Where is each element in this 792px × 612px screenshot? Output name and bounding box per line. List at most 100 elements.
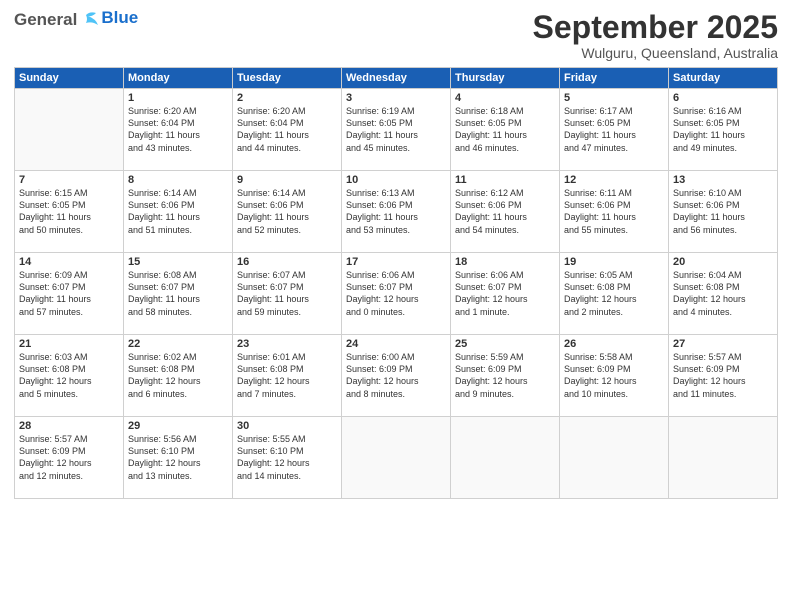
calendar-table: Sunday Monday Tuesday Wednesday Thursday… — [14, 67, 778, 499]
day-number: 6 — [673, 92, 773, 104]
table-row: 12Sunrise: 6:11 AM Sunset: 6:06 PM Dayli… — [560, 171, 669, 253]
table-row: 29Sunrise: 5:56 AM Sunset: 6:10 PM Dayli… — [124, 417, 233, 499]
day-number: 11 — [455, 174, 555, 186]
day-number: 15 — [128, 256, 228, 268]
col-sunday: Sunday — [15, 68, 124, 89]
sun-info: Sunrise: 6:02 AM Sunset: 6:08 PM Dayligh… — [128, 351, 228, 400]
day-number: 5 — [564, 92, 664, 104]
table-row: 7Sunrise: 6:15 AM Sunset: 6:05 PM Daylig… — [15, 171, 124, 253]
table-row: 16Sunrise: 6:07 AM Sunset: 6:07 PM Dayli… — [233, 253, 342, 335]
table-row: 9Sunrise: 6:14 AM Sunset: 6:06 PM Daylig… — [233, 171, 342, 253]
day-number: 25 — [455, 338, 555, 350]
sun-info: Sunrise: 6:19 AM Sunset: 6:05 PM Dayligh… — [346, 105, 446, 154]
day-number: 28 — [19, 420, 119, 432]
table-row: 26Sunrise: 5:58 AM Sunset: 6:09 PM Dayli… — [560, 335, 669, 417]
calendar-week-3: 14Sunrise: 6:09 AM Sunset: 6:07 PM Dayli… — [15, 253, 778, 335]
table-row: 15Sunrise: 6:08 AM Sunset: 6:07 PM Dayli… — [124, 253, 233, 335]
table-row: 3Sunrise: 6:19 AM Sunset: 6:05 PM Daylig… — [342, 89, 451, 171]
sun-info: Sunrise: 6:00 AM Sunset: 6:09 PM Dayligh… — [346, 351, 446, 400]
sun-info: Sunrise: 6:20 AM Sunset: 6:04 PM Dayligh… — [128, 105, 228, 154]
table-row: 14Sunrise: 6:09 AM Sunset: 6:07 PM Dayli… — [15, 253, 124, 335]
day-number: 10 — [346, 174, 446, 186]
sun-info: Sunrise: 6:09 AM Sunset: 6:07 PM Dayligh… — [19, 269, 119, 318]
day-number: 20 — [673, 256, 773, 268]
day-number: 19 — [564, 256, 664, 268]
sun-info: Sunrise: 5:57 AM Sunset: 6:09 PM Dayligh… — [673, 351, 773, 400]
sun-info: Sunrise: 6:05 AM Sunset: 6:08 PM Dayligh… — [564, 269, 664, 318]
sun-info: Sunrise: 6:14 AM Sunset: 6:06 PM Dayligh… — [237, 187, 337, 236]
sun-info: Sunrise: 5:55 AM Sunset: 6:10 PM Dayligh… — [237, 433, 337, 482]
day-number: 8 — [128, 174, 228, 186]
table-row — [669, 417, 778, 499]
day-number: 26 — [564, 338, 664, 350]
table-row: 17Sunrise: 6:06 AM Sunset: 6:07 PM Dayli… — [342, 253, 451, 335]
table-row: 2Sunrise: 6:20 AM Sunset: 6:04 PM Daylig… — [233, 89, 342, 171]
day-number: 29 — [128, 420, 228, 432]
sun-info: Sunrise: 6:12 AM Sunset: 6:06 PM Dayligh… — [455, 187, 555, 236]
header: General Blue September 2025 Wulguru, Que… — [14, 10, 778, 61]
sun-info: Sunrise: 6:08 AM Sunset: 6:07 PM Dayligh… — [128, 269, 228, 318]
table-row: 30Sunrise: 5:55 AM Sunset: 6:10 PM Dayli… — [233, 417, 342, 499]
table-row — [451, 417, 560, 499]
table-row: 27Sunrise: 5:57 AM Sunset: 6:09 PM Dayli… — [669, 335, 778, 417]
table-row: 4Sunrise: 6:18 AM Sunset: 6:05 PM Daylig… — [451, 89, 560, 171]
sun-info: Sunrise: 6:01 AM Sunset: 6:08 PM Dayligh… — [237, 351, 337, 400]
day-number: 2 — [237, 92, 337, 104]
calendar-week-4: 21Sunrise: 6:03 AM Sunset: 6:08 PM Dayli… — [15, 335, 778, 417]
sun-info: Sunrise: 5:59 AM Sunset: 6:09 PM Dayligh… — [455, 351, 555, 400]
table-row — [342, 417, 451, 499]
col-tuesday: Tuesday — [233, 68, 342, 89]
calendar-week-5: 28Sunrise: 5:57 AM Sunset: 6:09 PM Dayli… — [15, 417, 778, 499]
table-row: 13Sunrise: 6:10 AM Sunset: 6:06 PM Dayli… — [669, 171, 778, 253]
sun-info: Sunrise: 6:17 AM Sunset: 6:05 PM Dayligh… — [564, 105, 664, 154]
col-wednesday: Wednesday — [342, 68, 451, 89]
table-row — [15, 89, 124, 171]
col-friday: Friday — [560, 68, 669, 89]
table-row: 25Sunrise: 5:59 AM Sunset: 6:09 PM Dayli… — [451, 335, 560, 417]
month-title: September 2025 — [533, 10, 778, 45]
page: General Blue September 2025 Wulguru, Que… — [0, 0, 792, 612]
table-row: 6Sunrise: 6:16 AM Sunset: 6:05 PM Daylig… — [669, 89, 778, 171]
calendar-week-2: 7Sunrise: 6:15 AM Sunset: 6:05 PM Daylig… — [15, 171, 778, 253]
sun-info: Sunrise: 6:06 AM Sunset: 6:07 PM Dayligh… — [346, 269, 446, 318]
day-number: 12 — [564, 174, 664, 186]
day-number: 13 — [673, 174, 773, 186]
day-number: 7 — [19, 174, 119, 186]
sun-info: Sunrise: 6:16 AM Sunset: 6:05 PM Dayligh… — [673, 105, 773, 154]
day-number: 27 — [673, 338, 773, 350]
title-area: September 2025 Wulguru, Queensland, Aust… — [533, 10, 778, 61]
day-number: 9 — [237, 174, 337, 186]
table-row: 22Sunrise: 6:02 AM Sunset: 6:08 PM Dayli… — [124, 335, 233, 417]
table-row: 11Sunrise: 6:12 AM Sunset: 6:06 PM Dayli… — [451, 171, 560, 253]
table-row: 28Sunrise: 5:57 AM Sunset: 6:09 PM Dayli… — [15, 417, 124, 499]
logo-general: General — [14, 10, 77, 30]
sun-info: Sunrise: 5:57 AM Sunset: 6:09 PM Dayligh… — [19, 433, 119, 482]
day-number: 30 — [237, 420, 337, 432]
sun-info: Sunrise: 6:10 AM Sunset: 6:06 PM Dayligh… — [673, 187, 773, 236]
sun-info: Sunrise: 5:56 AM Sunset: 6:10 PM Dayligh… — [128, 433, 228, 482]
logo-container: General Blue — [14, 10, 138, 30]
sun-info: Sunrise: 5:58 AM Sunset: 6:09 PM Dayligh… — [564, 351, 664, 400]
logo-area: General Blue — [14, 10, 138, 30]
table-row: 24Sunrise: 6:00 AM Sunset: 6:09 PM Dayli… — [342, 335, 451, 417]
day-number: 4 — [455, 92, 555, 104]
sun-info: Sunrise: 6:18 AM Sunset: 6:05 PM Dayligh… — [455, 105, 555, 154]
day-number: 16 — [237, 256, 337, 268]
sun-info: Sunrise: 6:20 AM Sunset: 6:04 PM Dayligh… — [237, 105, 337, 154]
day-number: 18 — [455, 256, 555, 268]
table-row: 10Sunrise: 6:13 AM Sunset: 6:06 PM Dayli… — [342, 171, 451, 253]
day-number: 21 — [19, 338, 119, 350]
table-row — [560, 417, 669, 499]
logo-blue: Blue — [101, 8, 138, 28]
subtitle: Wulguru, Queensland, Australia — [533, 45, 778, 61]
logo-bird-icon — [78, 11, 100, 29]
table-row: 20Sunrise: 6:04 AM Sunset: 6:08 PM Dayli… — [669, 253, 778, 335]
table-row: 23Sunrise: 6:01 AM Sunset: 6:08 PM Dayli… — [233, 335, 342, 417]
day-number: 1 — [128, 92, 228, 104]
sun-info: Sunrise: 6:13 AM Sunset: 6:06 PM Dayligh… — [346, 187, 446, 236]
day-number: 3 — [346, 92, 446, 104]
table-row: 21Sunrise: 6:03 AM Sunset: 6:08 PM Dayli… — [15, 335, 124, 417]
calendar-header-row: Sunday Monday Tuesday Wednesday Thursday… — [15, 68, 778, 89]
table-row: 8Sunrise: 6:14 AM Sunset: 6:06 PM Daylig… — [124, 171, 233, 253]
table-row: 1Sunrise: 6:20 AM Sunset: 6:04 PM Daylig… — [124, 89, 233, 171]
